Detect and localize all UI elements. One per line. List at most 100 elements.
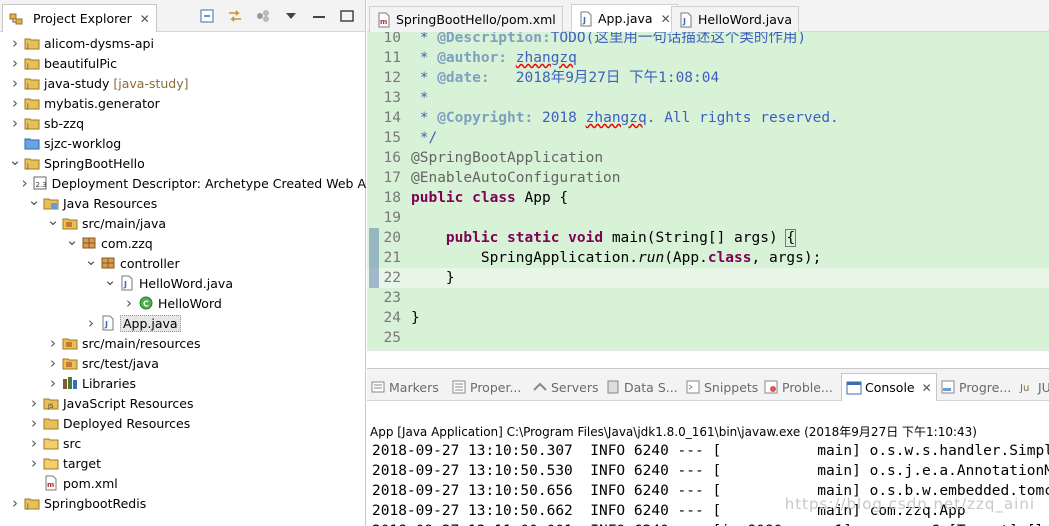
line-number: 21 (383, 250, 401, 266)
collapse-arrow-icon[interactable]: ⌄ (8, 153, 22, 170)
tree-item[interactable]: › J App.java (0, 313, 366, 333)
tree-item[interactable]: › JS JavaScript Resources (0, 393, 366, 413)
view-menu-icon[interactable] (283, 8, 299, 24)
expand-arrow-icon[interactable]: › (46, 333, 60, 353)
bottom-tab-label: Console (865, 380, 915, 395)
code-token: public (445, 230, 499, 246)
tree-item[interactable]: m pom.xml (0, 473, 366, 493)
tab-snippets[interactable]: Snippets (685, 375, 758, 399)
line-number: 12 (383, 70, 401, 86)
tab-proper[interactable]: Proper... (451, 375, 521, 399)
tab-project-explorer[interactable]: Project Explorer ✕ (2, 4, 157, 32)
editor-tab[interactable]: J App.java ✕ (571, 4, 678, 32)
tree-item[interactable]: › Deployed Resources (0, 413, 366, 433)
tab-ju[interactable]: Ju JU (1019, 375, 1049, 399)
line-number: 24 (383, 310, 401, 326)
folder-icon (43, 435, 59, 451)
tree-item[interactable]: ⌄ Java Resources (0, 193, 366, 213)
editor-tab[interactable]: m SpringBootHello/pom.xml (369, 6, 563, 32)
expand-arrow-icon[interactable]: › (46, 373, 60, 393)
svg-text:J: J (682, 17, 686, 26)
svg-text:JS: JS (47, 403, 54, 410)
horizontal-scrollbar[interactable] (367, 350, 1049, 368)
focus-on-active-task-icon[interactable] (255, 8, 271, 24)
code-line: 20 public static void main(String[] args… (367, 228, 1049, 248)
expand-arrow-icon[interactable]: › (8, 93, 22, 113)
tree-item[interactable]: › Jalicom-dysms-api (0, 33, 366, 53)
source-folder-icon (62, 355, 78, 371)
code-editor[interactable]: 10 * @Description:TODO(这里用一句话描述这个类的作用) 11… (367, 32, 1049, 350)
tree-item[interactable]: › Jmybatis.generator (0, 93, 366, 113)
code-text: } (411, 308, 420, 328)
collapse-arrow-icon[interactable]: ⌄ (103, 273, 117, 290)
expand-arrow-icon[interactable]: › (27, 413, 41, 433)
code-token: } (411, 270, 455, 286)
expand-arrow-icon[interactable]: › (8, 53, 22, 73)
tab-markers[interactable]: Markers (370, 375, 439, 399)
close-icon[interactable]: ✕ (140, 12, 150, 26)
tab-datas[interactable]: Data S... (605, 375, 678, 399)
expand-arrow-icon[interactable]: › (27, 433, 41, 453)
maximize-icon[interactable] (339, 8, 355, 24)
tree-item[interactable]: › Jjava-study [java-study] (0, 73, 366, 93)
tree-item[interactable]: ⌄ com.zzq (0, 233, 366, 253)
tab-proble[interactable]: Proble... (763, 375, 833, 399)
line-number: 17 (383, 170, 401, 186)
tree-item[interactable]: › src/main/resources (0, 333, 366, 353)
tree-item-label: pom.xml (63, 475, 118, 491)
expand-arrow-icon[interactable]: › (122, 293, 136, 313)
tab-progre[interactable]: Progre... (940, 375, 1011, 399)
source-folder-icon (62, 215, 78, 231)
tab-console[interactable]: Console ✕ (841, 373, 937, 401)
code-token: class (707, 250, 752, 266)
line-number: 15 (383, 130, 401, 146)
project-icon: J (24, 115, 40, 131)
tree-item[interactable]: ⌄ controller (0, 253, 366, 273)
tree-item-label: src/main/java (82, 215, 167, 231)
code-line: 14 * @Copyright: 2018 zhangzq. All right… (367, 108, 1049, 128)
close-icon[interactable]: ✕ (922, 381, 932, 395)
project-icon: J (24, 495, 40, 511)
collapse-all-icon[interactable] (199, 8, 215, 24)
expand-arrow-icon[interactable]: › (8, 493, 22, 513)
collapse-arrow-icon[interactable]: ⌄ (65, 233, 79, 250)
bottom-panel: Markers Proper... Servers Data S... Snippets… (367, 368, 1049, 526)
tree-item[interactable]: › Libraries (0, 373, 366, 393)
tree-item-label: com.zzq (101, 235, 153, 251)
javascript-resources-icon: JS (43, 395, 59, 411)
expand-arrow-icon[interactable]: › (8, 33, 22, 53)
project-icon: J (24, 75, 40, 91)
tree-item[interactable]: ⌄ src/main/java (0, 213, 366, 233)
collapse-arrow-icon[interactable]: ⌄ (27, 193, 41, 210)
code-line: 22 } (367, 268, 1049, 288)
tree-item[interactable]: › src (0, 433, 366, 453)
console-output[interactable]: 2018-09-27 13:10:50.307 INFO 6240 --- [ … (367, 441, 1049, 526)
tree-item[interactable]: › src/test/java (0, 353, 366, 373)
link-with-editor-icon[interactable] (227, 8, 243, 24)
tree-item[interactable]: ⌄ J SpringBootHello (0, 153, 366, 173)
expand-arrow-icon[interactable]: › (84, 313, 98, 333)
expand-arrow-icon[interactable]: › (27, 393, 41, 413)
collapse-arrow-icon[interactable]: ⌄ (84, 253, 98, 270)
tree-item[interactable]: › JbeautifulPic (0, 53, 366, 73)
minimize-icon[interactable] (311, 8, 327, 24)
tree-item[interactable]: › J SpringbootRedis (0, 493, 366, 513)
expand-arrow-icon[interactable]: › (8, 73, 22, 93)
editor-tab[interactable]: J HelloWord.java (671, 6, 799, 32)
tree-item[interactable]: › target (0, 453, 366, 473)
code-token: @Description: (437, 32, 551, 46)
tree-item[interactable]: ⌄ J HelloWord.java (0, 273, 366, 293)
tree-item[interactable]: › 2.3 Deployment Descriptor: Archetype Cre… (0, 173, 366, 193)
tree-item[interactable]: › C HelloWord (0, 293, 366, 313)
expand-arrow-icon[interactable]: › (27, 453, 41, 473)
line-number: 19 (383, 210, 401, 226)
tree-item[interactable]: sjzc-worklog (0, 133, 366, 153)
close-icon[interactable]: ✕ (661, 12, 671, 26)
editor-tab-label: App.java (598, 11, 653, 26)
expand-arrow-icon[interactable]: › (46, 353, 60, 373)
tree-item[interactable]: › Jsb-zzq (0, 113, 366, 133)
expand-arrow-icon[interactable]: › (8, 113, 22, 133)
collapse-arrow-icon[interactable]: ⌄ (46, 213, 60, 230)
expand-arrow-icon[interactable]: › (20, 173, 30, 193)
tab-servers[interactable]: Servers (532, 375, 599, 399)
